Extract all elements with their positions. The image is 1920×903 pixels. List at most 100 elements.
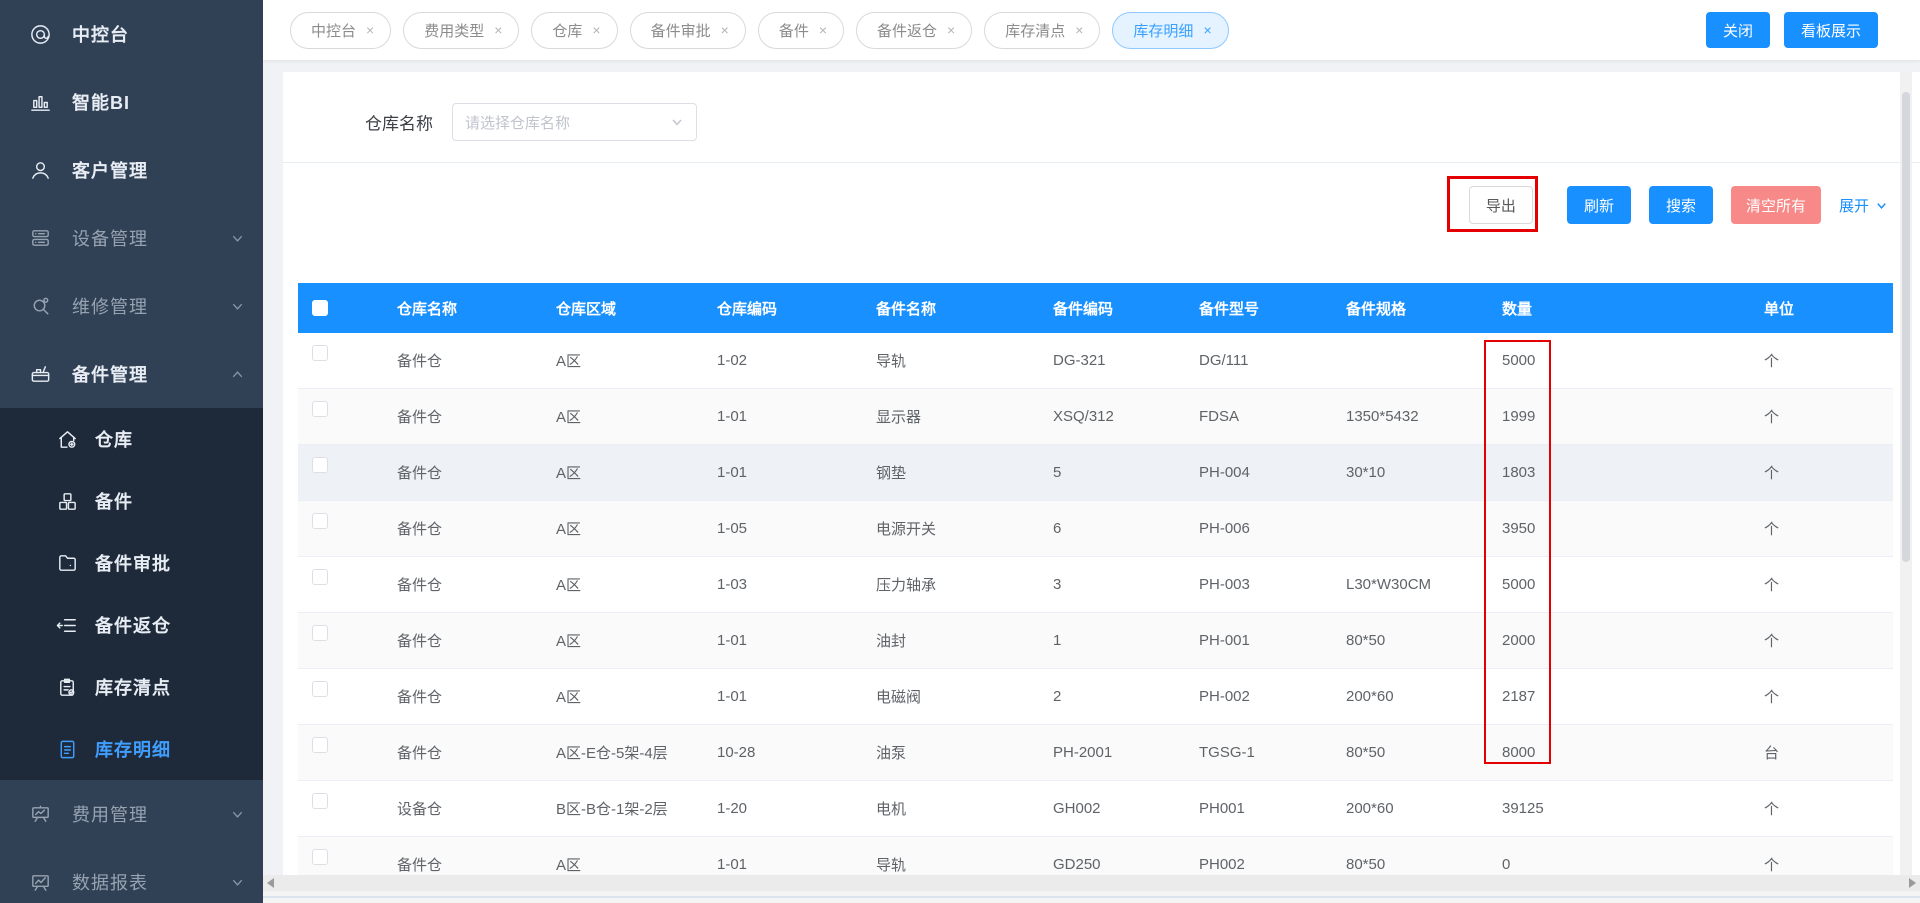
sidebar-item-中控台[interactable]: 中控台 bbox=[0, 0, 263, 68]
tab-中控台[interactable]: 中控台 × bbox=[290, 11, 392, 49]
sidebar-item-label: 客户管理 bbox=[72, 161, 148, 181]
table-cell: 备件仓 bbox=[397, 857, 443, 874]
table-cell: 5000 bbox=[1502, 352, 1536, 369]
sidebar-item-仓库[interactable]: 仓库 bbox=[0, 408, 263, 470]
scroll-right-arrow-icon[interactable] bbox=[1909, 878, 1916, 888]
tab-备件[interactable]: 备件 × bbox=[757, 11, 845, 49]
table-row[interactable]: 备件仓 A区 1-01 钢垫 5 PH-004 30*10 1803 个 bbox=[298, 445, 1893, 501]
sidebar-item-费用管理[interactable]: 费用管理 bbox=[0, 780, 263, 848]
table-cell: 39125 bbox=[1502, 800, 1544, 817]
close-tabs-button[interactable]: 关闭 bbox=[1705, 12, 1770, 48]
sidebar-item-智能BI[interactable]: 智能BI bbox=[0, 68, 263, 136]
close-tab-icon[interactable]: × bbox=[721, 23, 729, 37]
sidebar-item-label: 备件审批 bbox=[95, 554, 171, 574]
close-tab-icon[interactable]: × bbox=[592, 23, 600, 37]
board-display-button[interactable]: 看板展示 bbox=[1783, 12, 1878, 48]
tab-库存清点[interactable]: 库存清点 × bbox=[984, 11, 1101, 49]
row-checkbox[interactable] bbox=[312, 457, 328, 473]
table-cell: 钢垫 bbox=[876, 465, 907, 482]
submenu-备件管理: 仓库 备件备件审批备件返仓 库存清点 库存明细 bbox=[0, 408, 263, 780]
table-row[interactable]: 备件仓 A区 1-05 电源开关 6 PH-006 3950 个 bbox=[298, 501, 1893, 557]
sidebar-item-库存清点[interactable]: 库存清点 bbox=[0, 656, 263, 718]
table-cell: 备件仓 bbox=[397, 633, 443, 650]
table-cell: GD250 bbox=[1053, 856, 1101, 873]
table-cell: 油泵 bbox=[876, 745, 907, 762]
close-tab-icon[interactable]: × bbox=[819, 23, 827, 37]
tab-库存明细[interactable]: 库存明细 × bbox=[1112, 11, 1229, 49]
sidebar-item-备件管理[interactable]: 备件管理 bbox=[0, 340, 263, 408]
table-row[interactable]: 备件仓 A区 1-01 油封 1 PH-001 80*50 2000 个 bbox=[298, 613, 1893, 669]
table-cell: 200*60 bbox=[1346, 800, 1394, 817]
search-button[interactable]: 搜索 bbox=[1648, 186, 1713, 224]
bottom-divider-line bbox=[263, 896, 1920, 898]
table-cell: 2000 bbox=[1502, 632, 1536, 649]
sidebar-item-库存明细[interactable]: 库存明细 bbox=[0, 718, 263, 780]
table-cell: 电磁阀 bbox=[876, 689, 922, 706]
chevron-down-icon bbox=[230, 875, 245, 890]
tab-备件返仓[interactable]: 备件返仓 × bbox=[856, 11, 973, 49]
horizontal-scrollbar[interactable] bbox=[263, 875, 1920, 891]
warehouse-name-select[interactable]: 请选择仓库名称 bbox=[452, 103, 697, 141]
close-tab-icon[interactable]: × bbox=[494, 23, 502, 37]
export-button[interactable]: 导出 bbox=[1468, 186, 1533, 224]
row-checkbox[interactable] bbox=[312, 513, 328, 529]
table-row[interactable]: 备件仓 A区-E仓-5架-4层 10-28 油泵 PH-2001 TGSG-1 80*50 8… bbox=[298, 725, 1893, 781]
row-checkbox[interactable] bbox=[312, 401, 328, 417]
topbar: 中控台 × 费用类型 × 仓库 × 备件审批 × 备件 × 备件返仓 × 库存清点 × 库存明细 × 关闭 看… bbox=[263, 0, 1920, 60]
warehouse-name-label: 仓库名称 bbox=[365, 114, 433, 134]
table-cell: 备件仓 bbox=[397, 353, 443, 370]
table-cell: 油封 bbox=[876, 633, 907, 650]
chevron-down-icon bbox=[230, 231, 245, 246]
table-cell: 3 bbox=[1053, 576, 1062, 593]
table-row[interactable]: 备件仓 A区 1-03 压力轴承 3 PH-003 L30*W30CM 5000 个 bbox=[298, 557, 1893, 613]
close-tab-icon[interactable]: × bbox=[1203, 23, 1211, 37]
close-tab-icon[interactable]: × bbox=[1075, 23, 1083, 37]
table-row[interactable]: 设备仓 B区-B仓-1架-2层 1-20 电机 GH002 PH001 200*60 3912… bbox=[298, 781, 1893, 837]
row-checkbox[interactable] bbox=[312, 681, 328, 697]
sidebar-item-设备管理[interactable]: 设备管理 bbox=[0, 204, 263, 272]
row-checkbox[interactable] bbox=[312, 793, 328, 809]
table-cell: 1-01 bbox=[717, 632, 748, 649]
table-row[interactable]: 备件仓 A区 1-01 电磁阀 2 PH-002 200*60 2187 个 bbox=[298, 669, 1893, 725]
table-row[interactable]: 备件仓 A区 1-02 导轨 DG-321 DG/111 5000 个 bbox=[298, 333, 1893, 389]
sidebar-item-备件[interactable]: 备件 bbox=[0, 470, 263, 532]
tab-费用类型[interactable]: 费用类型 × bbox=[403, 11, 520, 49]
toolbar: 导出 刷新 搜索 清空所有 展开 bbox=[1468, 186, 1888, 224]
tab-bar: 中控台 × 费用类型 × 仓库 × 备件审批 × 备件 × 备件返仓 × 库存清点 × 库存明细 × bbox=[290, 11, 1706, 49]
table-cell: 5 bbox=[1053, 464, 1062, 481]
table-cell: 1350*5432 bbox=[1346, 408, 1419, 425]
sidebar-item-维修管理[interactable]: 维修管理 bbox=[0, 272, 263, 340]
tab-label: 备件 bbox=[778, 22, 809, 40]
expand-toggle[interactable]: 展开 bbox=[1839, 195, 1888, 216]
sidebar-item-备件返仓[interactable]: 备件返仓 bbox=[0, 594, 263, 656]
row-checkbox[interactable] bbox=[312, 849, 328, 865]
row-checkbox[interactable] bbox=[312, 625, 328, 641]
row-checkbox[interactable] bbox=[312, 345, 328, 361]
table-cell: 200*60 bbox=[1346, 688, 1394, 705]
vertical-scrollbar-thumb[interactable] bbox=[1902, 92, 1910, 562]
refresh-button[interactable]: 刷新 bbox=[1566, 186, 1631, 224]
tab-仓库[interactable]: 仓库 × bbox=[531, 11, 618, 49]
sidebar-item-客户管理[interactable]: 客户管理 bbox=[0, 136, 263, 204]
table-cell: 0 bbox=[1502, 856, 1511, 873]
scroll-left-arrow-icon[interactable] bbox=[267, 878, 274, 888]
close-tab-icon[interactable]: × bbox=[366, 23, 374, 37]
table-cell: 1999 bbox=[1502, 408, 1536, 425]
table-cell: FDSA bbox=[1199, 408, 1240, 425]
table-row[interactable]: 备件仓 A区 1-01 显示器 XSQ/312 FDSA 1350*5432 1999 个 bbox=[298, 389, 1893, 445]
close-tab-icon[interactable]: × bbox=[947, 23, 955, 37]
sidebar-item-备件审批[interactable]: 备件审批 bbox=[0, 532, 263, 594]
tab-备件审批[interactable]: 备件审批 × bbox=[629, 11, 746, 49]
sidebar-item-数据报表[interactable]: 数据报表 bbox=[0, 848, 263, 903]
table-cell: 个 bbox=[1764, 577, 1780, 594]
vertical-scrollbar[interactable] bbox=[1900, 72, 1912, 891]
clear-all-button[interactable]: 清空所有 bbox=[1730, 186, 1821, 224]
table-cell: A区-E仓-5架-4层 bbox=[556, 745, 668, 762]
device-icon bbox=[28, 226, 52, 250]
table-cell: 设备仓 bbox=[397, 801, 443, 818]
row-checkbox[interactable] bbox=[312, 569, 328, 585]
table-cell: 备件仓 bbox=[397, 465, 443, 482]
row-checkbox[interactable] bbox=[312, 737, 328, 753]
select-all-checkbox[interactable] bbox=[312, 300, 328, 316]
table-row[interactable]: 备件仓 A区 1-01 导轨 GD250 PH002 80*50 0 个 bbox=[298, 837, 1893, 875]
